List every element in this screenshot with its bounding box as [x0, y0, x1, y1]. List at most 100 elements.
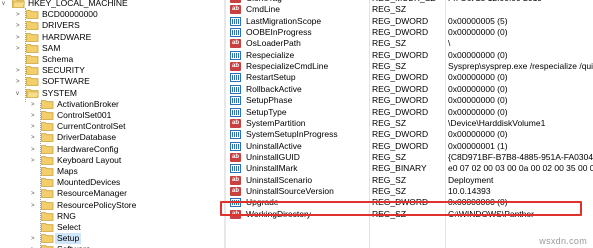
value-row[interactable]: RollbackActive REG_DWORD 0x00000000 (0)	[226, 84, 593, 95]
value-name: UninstallMark	[246, 163, 298, 174]
string-value-icon: ab	[230, 175, 241, 185]
folder-icon	[26, 32, 39, 42]
value-row[interactable]: ab SystemPartition REG_SZ \Device\HarddiskV…	[226, 118, 593, 129]
tree-item[interactable]: Schema	[0, 54, 224, 65]
folder-icon	[26, 9, 39, 20]
value-row[interactable]: ab CmdLine REG_SZ	[226, 4, 593, 15]
value-row[interactable]: OOBEInProgress REG_DWORD 0x00000000 (0)	[226, 27, 593, 38]
value-data: 0x00000000 (0)	[448, 95, 508, 106]
binary-value-icon	[230, 28, 241, 38]
tree-item[interactable]: > ActivationBroker	[0, 99, 224, 110]
expand-chevron-icon[interactable]: >	[16, 23, 22, 29]
folder-icon	[41, 121, 54, 132]
value-row[interactable]: Respecialize REG_DWORD 0x00000000 (0)	[226, 50, 593, 61]
value-type: REG_SZ	[372, 174, 407, 185]
tree-item[interactable]: > CurrentControlSet	[0, 121, 224, 132]
expand-chevron-icon[interactable]: >	[31, 102, 37, 108]
expand-chevron-icon[interactable]: >	[31, 236, 37, 242]
value-name: Respecialize	[246, 49, 295, 60]
expand-chevron-icon[interactable]: >	[16, 35, 22, 41]
tree-item[interactable]: Select	[0, 222, 224, 233]
tree-item[interactable]: > SAM	[0, 43, 224, 54]
tree-item[interactable]: Maps	[0, 166, 224, 177]
tree-item-label: CurrentControlSet	[57, 121, 126, 132]
expand-chevron-icon[interactable]: >	[16, 12, 22, 18]
folder-icon	[26, 76, 39, 87]
value-row[interactable]: SystemSetupInProgress REG_DWORD 0x00000000…	[226, 129, 593, 140]
value-type: REG_DWORD	[372, 106, 429, 117]
string-value-icon: ab	[230, 186, 241, 196]
expand-chevron-icon[interactable]: >	[31, 124, 37, 130]
tree-item[interactable]: > ResourcePolicyStore	[0, 200, 224, 211]
tree-item[interactable]: > DRIVERS	[0, 20, 224, 31]
value-type: REG_SZ	[372, 61, 407, 72]
tree-item[interactable]: > ControlSet001	[0, 110, 224, 121]
tree-item[interactable]: > Keyboard Layout	[0, 155, 224, 166]
value-type: REG_SZ	[372, 151, 407, 162]
value-data: 0x00000000 (0)	[448, 72, 508, 83]
tree-item-label: MountedDevices	[57, 177, 121, 188]
value-name: LastMigrationScope	[246, 15, 322, 26]
folder-icon	[26, 65, 39, 76]
folder-icon	[41, 211, 54, 221]
value-row[interactable]: UninstallMark REG_BINARY e0 07 02 00 03 00…	[226, 163, 593, 174]
binary-value-icon	[230, 141, 241, 151]
expand-chevron-icon[interactable]: >	[31, 191, 37, 197]
tree-item[interactable]: RNG	[0, 211, 224, 222]
tree-item-label: SYSTEM	[42, 87, 77, 98]
tree-item[interactable]: > Setup	[0, 233, 224, 245]
tree-item-label: Software	[57, 244, 91, 248]
folder-icon	[41, 155, 54, 165]
tree-item-label: SECURITY	[42, 65, 85, 76]
expand-chevron-icon[interactable]: >	[16, 68, 22, 74]
value-name: RespecializeCmdLine	[246, 61, 329, 72]
collapse-chevron-icon[interactable]: v	[16, 91, 22, 97]
expand-chevron-icon[interactable]: >	[31, 113, 37, 119]
tree-item-label: HardwareConfig	[57, 143, 119, 154]
expand-chevron-icon[interactable]: >	[31, 135, 37, 141]
value-row[interactable]: SetupPhase REG_DWORD 0x00000000 (0)	[226, 95, 593, 106]
tree-item[interactable]: MountedDevices	[0, 177, 224, 188]
tree-item[interactable]: > DriverDatabase	[0, 132, 224, 143]
value-row[interactable]: ab UninstallScenario REG_SZ Deployment	[226, 175, 593, 186]
expand-chevron-icon	[16, 57, 22, 63]
tree-item-label: BCD00000000	[42, 9, 98, 20]
folder-icon	[41, 166, 54, 176]
tree-item[interactable]: v SYSTEM	[0, 88, 224, 99]
value-name: CmdLine	[246, 4, 281, 15]
folder-icon	[26, 43, 39, 53]
value-row[interactable]: RestartSetup REG_DWORD 0x00000000 (0)	[226, 72, 593, 83]
tree-item[interactable]: > HardwareConfig	[0, 144, 224, 155]
tree-item[interactable]: > HARDWARE	[0, 32, 224, 43]
value-row[interactable]: ab RespecializeCmdLine REG_SZ Sysprep\syspr…	[226, 61, 593, 72]
value-type: REG_DWORD	[372, 140, 429, 151]
tree-item-label: Maps	[57, 166, 78, 176]
expand-chevron-icon[interactable]: >	[31, 203, 37, 209]
value-row[interactable]: LastMigrationScope REG_DWORD 0x00000005 (5…	[226, 16, 593, 27]
expand-chevron-icon[interactable]: >	[31, 147, 37, 153]
tree-item[interactable]: > ResourceManager	[0, 188, 224, 199]
expand-chevron-icon[interactable]: >	[31, 158, 37, 164]
folder-icon	[41, 99, 54, 109]
value-row[interactable]: ab OsLoaderPath REG_SZ \	[226, 38, 593, 49]
tree-item[interactable]: >Software	[0, 244, 224, 248]
value-data: 0x00000000 (0)	[448, 83, 508, 94]
tree-item[interactable]: v HKEY_LOCAL_MACHINE	[0, 0, 224, 9]
expand-chevron-icon	[31, 214, 37, 220]
expand-chevron-icon[interactable]: >	[16, 46, 22, 52]
tree-item[interactable]: > SECURITY	[0, 65, 224, 76]
value-type: REG_DWORD	[372, 15, 429, 26]
tree-item[interactable]: > BCD00000000	[0, 9, 224, 20]
value-row[interactable]: SetupType REG_DWORD 0x00000000 (0)	[226, 107, 593, 118]
folder-icon	[26, 20, 39, 31]
folder-icon	[26, 54, 39, 64]
value-row[interactable]: ab UninstallGUID REG_SZ {C8D971BF-B7B8-4885…	[226, 152, 593, 163]
value-row[interactable]: ab UninstallSourceVersion REG_SZ 10.0.14393	[226, 186, 593, 197]
watermark: wsxdn.com	[539, 236, 587, 246]
value-data: 0x00000000 (0)	[448, 27, 508, 38]
expand-chevron-icon[interactable]: >	[16, 79, 22, 85]
binary-value-icon	[230, 73, 241, 83]
value-row[interactable]: UninstallActive REG_DWORD 0x00000001 (1)	[226, 141, 593, 152]
collapse-chevron-icon[interactable]: v	[2, 1, 8, 7]
tree-item[interactable]: > SOFTWARE	[0, 76, 224, 87]
